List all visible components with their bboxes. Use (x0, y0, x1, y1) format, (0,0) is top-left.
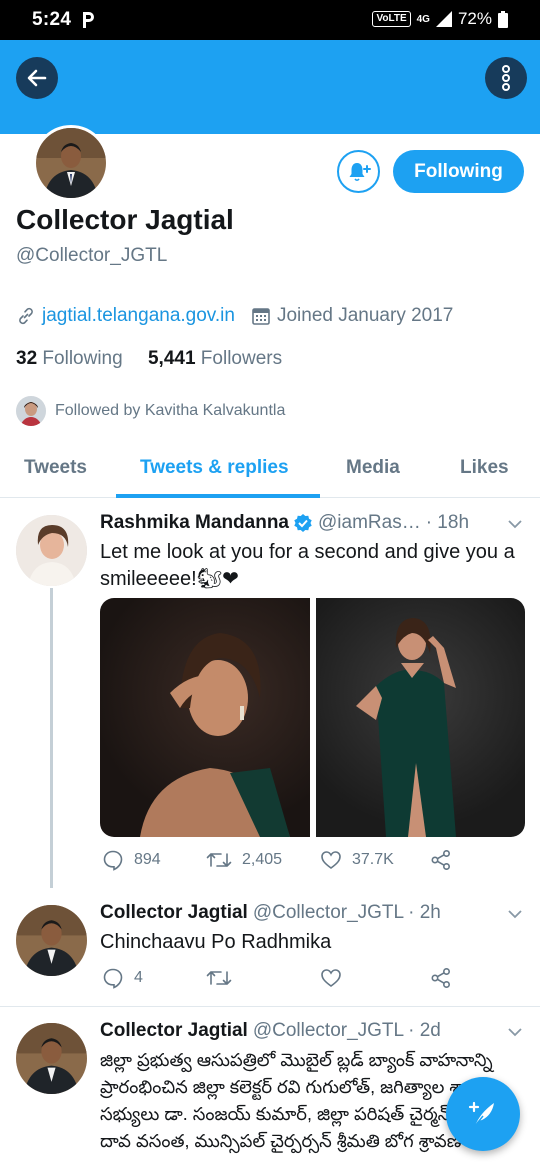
signal-icon (435, 11, 452, 27)
follower-avatar (16, 396, 46, 426)
tweet-author-avatar[interactable] (16, 1023, 87, 1094)
reply-button[interactable]: 4 (102, 967, 143, 989)
verified-badge-icon (294, 514, 312, 532)
tweet-item[interactable]: Collector Jagtial @Collector_JGTL · 2h C… (0, 888, 540, 1006)
tweet-author-handle: @Collector_JGTL (252, 1020, 405, 1041)
profile-tabs: Tweets Tweets & replies Media Likes (0, 440, 540, 498)
following-count: 32 (16, 348, 38, 369)
retweet-button[interactable] (206, 967, 232, 989)
like-count: 37.7K (352, 851, 394, 868)
notifications-toggle-button[interactable] (337, 150, 380, 193)
thread-connector (50, 588, 53, 888)
like-button[interactable] (320, 967, 342, 989)
tweet-text: Let me look at you for a second and give… (100, 541, 515, 590)
tweet-timestamp: · 2h (408, 902, 441, 923)
tweet-author-name[interactable]: Collector Jagtial (100, 1020, 248, 1042)
tweet-header: Rashmika Mandanna @iamRas… · 18h (100, 512, 469, 534)
tab-tweets[interactable]: Tweets (24, 457, 87, 479)
share-button[interactable] (430, 967, 452, 989)
profile-website-link[interactable]: jagtial.telangana.gov.in (42, 305, 235, 327)
volte-badge: VoLTE (372, 11, 411, 27)
tweet-media-grid (100, 598, 525, 837)
tweet-header: Collector Jagtial @Collector_JGTL · 2d (100, 1020, 441, 1042)
retweet-count: 2,405 (242, 851, 283, 868)
chevron-down-icon[interactable] (507, 1026, 523, 1038)
tweet-photo-1[interactable] (100, 598, 310, 837)
reply-icon (103, 850, 123, 871)
tweet-text: Chinchaavu Po Radhmika (100, 931, 332, 953)
like-button[interactable]: 37.7K (320, 849, 394, 871)
more-options-button[interactable] (485, 57, 527, 99)
status-bar: 5:24 VoLTE 4G 72% (0, 0, 540, 40)
back-button[interactable] (16, 57, 58, 99)
tweet-author-avatar[interactable] (16, 515, 87, 586)
followers-count-link[interactable]: 5,441 Followers (148, 348, 282, 369)
retweet-icon (206, 853, 232, 867)
reply-button[interactable]: 894 (102, 849, 161, 871)
status-indicators: VoLTE 4G 72% (372, 9, 508, 29)
followers-count: 5,441 (147, 348, 196, 369)
reply-count: 4 (134, 969, 143, 986)
tab-media[interactable]: Media (346, 457, 400, 479)
compose-feather-icon (468, 1101, 494, 1127)
status-time: 5:24 (32, 9, 72, 30)
share-icon (431, 849, 451, 871)
profile-avatar[interactable] (33, 125, 109, 201)
followed-by-text: Followed by Kavitha Kalvakuntla (55, 402, 286, 419)
retweet-button[interactable]: 2,405 (206, 849, 282, 871)
tab-likes[interactable]: Likes (460, 457, 509, 479)
tweet-actions: 4 (100, 967, 525, 997)
compose-tweet-button[interactable] (446, 1077, 520, 1151)
collector-avatar-image (36, 128, 106, 198)
tweet-header: Collector Jagtial @Collector_JGTL · 2h (100, 902, 441, 924)
profile-handle: @Collector_JGTL (16, 245, 168, 266)
tweet-photo-2[interactable] (315, 598, 525, 837)
profile-joined-date: Joined January 2017 (276, 305, 454, 326)
more-vertical-icon (502, 65, 510, 91)
reply-icon (103, 968, 123, 989)
profile-display-name: Collector Jagtial (16, 204, 234, 235)
tweet-author-handle: @iamRas… (318, 512, 421, 533)
tab-tweets-and-replies[interactable]: Tweets & replies (140, 457, 289, 479)
chevron-down-icon[interactable] (507, 908, 523, 920)
bell-plus-icon (349, 162, 371, 181)
battery-icon (498, 10, 508, 28)
followers-label: Followers (200, 348, 283, 369)
share-icon (431, 967, 451, 989)
tweet-author-name[interactable]: Rashmika Mandanna (100, 512, 289, 534)
back-arrow-icon (27, 69, 47, 87)
heart-icon (321, 851, 341, 869)
network-type: 4G (416, 13, 430, 25)
heart-icon (321, 969, 341, 987)
profile-banner (0, 40, 540, 134)
following-label: Following (42, 348, 123, 369)
parking-notification-icon (83, 12, 94, 28)
share-button[interactable] (430, 849, 452, 871)
reply-count: 894 (134, 851, 161, 868)
tweet-timestamp: · 18h (425, 512, 470, 533)
following-count-link[interactable]: 32 Following (16, 348, 123, 369)
calendar-icon (252, 308, 270, 325)
tweet-author-handle: @Collector_JGTL (252, 902, 405, 923)
tweet-actions: 894 2,405 37.7K (100, 849, 525, 879)
tweet-author-name[interactable]: Collector Jagtial (100, 902, 248, 924)
link-icon (19, 307, 33, 325)
followed-by-row[interactable]: Followed by Kavitha Kalvakuntla (16, 396, 285, 426)
follow-counts: 32 Following 5,441 Followers (16, 348, 282, 370)
retweet-icon (206, 971, 232, 985)
profile-meta: jagtial.telangana.gov.in Joined January … (16, 305, 453, 327)
chevron-down-icon[interactable] (507, 518, 523, 530)
following-button[interactable]: Following (393, 150, 524, 193)
tweet-author-avatar[interactable] (16, 905, 87, 976)
tweet-timestamp: · 2d (408, 1020, 441, 1041)
battery-percent: 72% (457, 9, 492, 28)
